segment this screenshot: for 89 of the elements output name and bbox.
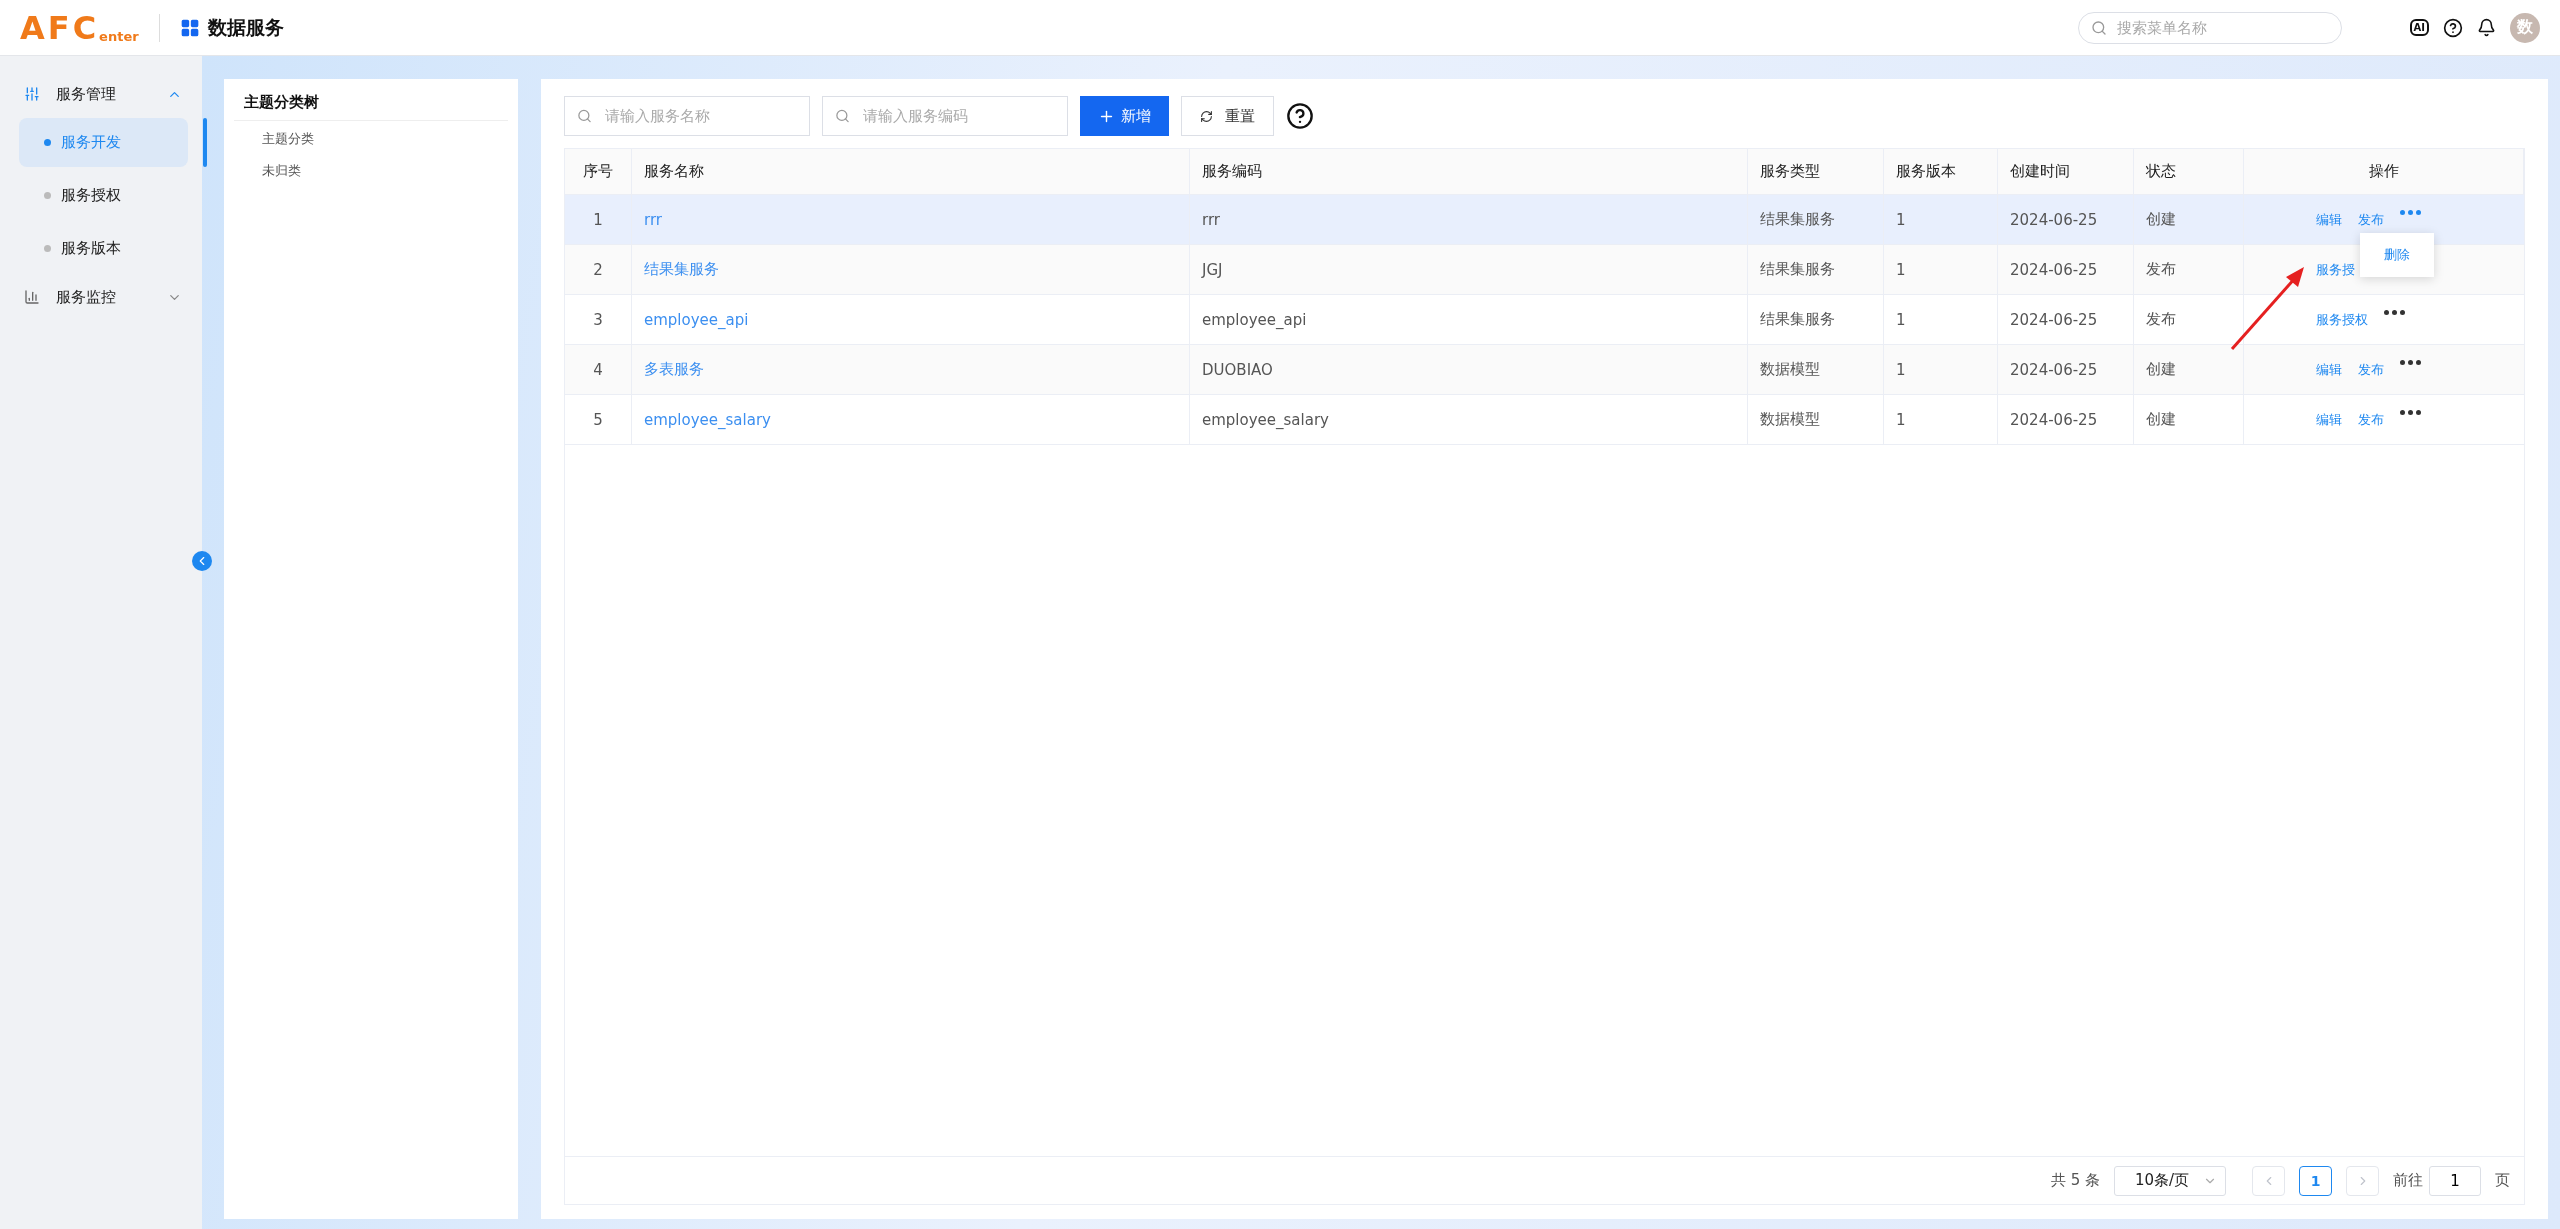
table-cell: 结果集服务 — [1748, 245, 1884, 295]
table-cell: 2 — [565, 245, 632, 295]
chart-icon — [24, 289, 40, 305]
menu-search-field[interactable]: 搜索菜单名称 — [2077, 11, 2342, 44]
reset-button[interactable]: 重置 — [1181, 96, 1274, 136]
table-cell: employee_api — [1190, 295, 1748, 345]
name-search-field[interactable]: 请输入服务名称 — [564, 96, 810, 136]
bullet-icon — [44, 192, 51, 199]
action-link[interactable]: 发布 — [2358, 210, 2384, 229]
table-cell: 1 — [1884, 295, 1998, 345]
code-search-field[interactable]: 请输入服务编码 — [822, 96, 1068, 136]
action-link[interactable]: 编辑 — [2316, 360, 2342, 379]
service-name-link[interactable]: 结果集服务 — [644, 260, 719, 279]
table-cell: 4 — [565, 345, 632, 395]
table-cell: 2024-06-25 — [1998, 345, 2134, 395]
table-cell: 2024-06-25 — [1998, 195, 2134, 245]
table-cell: 2024-06-25 — [1998, 245, 2134, 295]
bullet-icon — [44, 139, 51, 146]
goto-label: 前往 — [2393, 1171, 2423, 1190]
table-cell: DUOBIAO — [1190, 345, 1748, 395]
table-cell: 2024-06-25 — [1998, 395, 2134, 445]
table-cell: 发布 — [2134, 295, 2244, 345]
sidebar-group[interactable]: 服务监控 — [0, 277, 202, 317]
table-cell: 结果集服务 — [1748, 195, 1884, 245]
sidebar-group[interactable]: 服务管理 — [0, 74, 202, 114]
refresh-icon — [1200, 109, 1213, 123]
service-name-link[interactable]: employee_salary — [644, 410, 771, 429]
ai-button[interactable]: AI — [2409, 19, 2429, 36]
service-name-link[interactable]: employee_api — [644, 310, 749, 329]
table-cell: 3 — [565, 295, 632, 345]
search-icon — [2090, 19, 2107, 36]
table-cell: 数据模型 — [1748, 395, 1884, 445]
sliders-icon — [24, 86, 40, 102]
user-avatar[interactable]: 数 — [2510, 12, 2540, 43]
action-link[interactable]: 发布 — [2358, 360, 2384, 379]
column-header: 状态 — [2134, 149, 2244, 195]
column-header: 服务名称 — [632, 149, 1190, 195]
table-cell: 数据模型 — [1748, 345, 1884, 395]
table-cell: 创建 — [2134, 395, 2244, 445]
table-cell: JGJ — [1190, 245, 1748, 295]
page-size-select[interactable]: 10条/页 — [2114, 1165, 2226, 1196]
table-cell: employee_salary — [1190, 395, 1748, 445]
table-cell: 1 — [1884, 195, 1998, 245]
tree-title: 主题分类树 — [234, 89, 508, 121]
help-icon[interactable] — [1286, 102, 1314, 130]
delete-menu-item[interactable]: 删除 — [2384, 246, 2410, 264]
table-cell: 1 — [1884, 245, 1998, 295]
service-name-link[interactable]: 多表服务 — [644, 360, 704, 379]
column-header: 操作 — [2244, 149, 2524, 195]
table-cell: 5 — [565, 395, 632, 445]
sidebar-item[interactable]: 服务版本 — [19, 224, 188, 273]
column-header: 服务编码 — [1190, 149, 1748, 195]
bell-icon[interactable] — [2477, 18, 2496, 37]
column-header: 序号 — [565, 149, 632, 195]
table-cell: 2024-06-25 — [1998, 295, 2134, 345]
page-suffix: 页 — [2495, 1171, 2510, 1190]
active-indicator — [203, 118, 207, 167]
action-link[interactable]: 服务授 — [2316, 260, 2355, 279]
table-cell: 创建 — [2134, 195, 2244, 245]
help-icon[interactable] — [2443, 17, 2463, 38]
column-header: 创建时间 — [1998, 149, 2134, 195]
column-header: 服务版本 — [1884, 149, 1998, 195]
table-cell: rrr — [1190, 195, 1748, 245]
action-link[interactable]: 服务授权 — [2316, 310, 2368, 329]
search-icon — [577, 108, 592, 124]
grid-icon[interactable] — [179, 17, 200, 38]
sidebar-item[interactable]: 服务授权 — [19, 171, 188, 220]
table-cell: 结果集服务 — [1748, 295, 1884, 345]
tree-item[interactable]: 主题分类 — [234, 121, 508, 153]
column-header: 服务类型 — [1748, 149, 1884, 195]
action-link[interactable]: 编辑 — [2316, 410, 2342, 429]
action-link[interactable]: 编辑 — [2316, 210, 2342, 229]
add-button[interactable]: 新增 — [1080, 96, 1169, 136]
table-cell: 发布 — [2134, 245, 2244, 295]
table-cell: 创建 — [2134, 345, 2244, 395]
table-cell: 1 — [565, 195, 632, 245]
action-link[interactable]: 发布 — [2358, 410, 2384, 429]
goto-page-field[interactable]: 1 — [2429, 1165, 2481, 1196]
afc-logo: AFCenter — [20, 11, 139, 44]
page-button[interactable]: 1 — [2299, 1165, 2332, 1196]
table-cell: 1 — [1884, 345, 1998, 395]
collapse-button[interactable] — [192, 551, 212, 571]
tree-item[interactable]: 未归类 — [234, 153, 508, 185]
service-name-link[interactable]: rrr — [644, 210, 662, 229]
app-title: 数据服务 — [207, 14, 284, 40]
bullet-icon — [44, 245, 51, 252]
table-cell: 1 — [1884, 395, 1998, 445]
search-icon — [835, 108, 850, 124]
total-count: 共 5 条 — [2050, 1171, 2100, 1190]
